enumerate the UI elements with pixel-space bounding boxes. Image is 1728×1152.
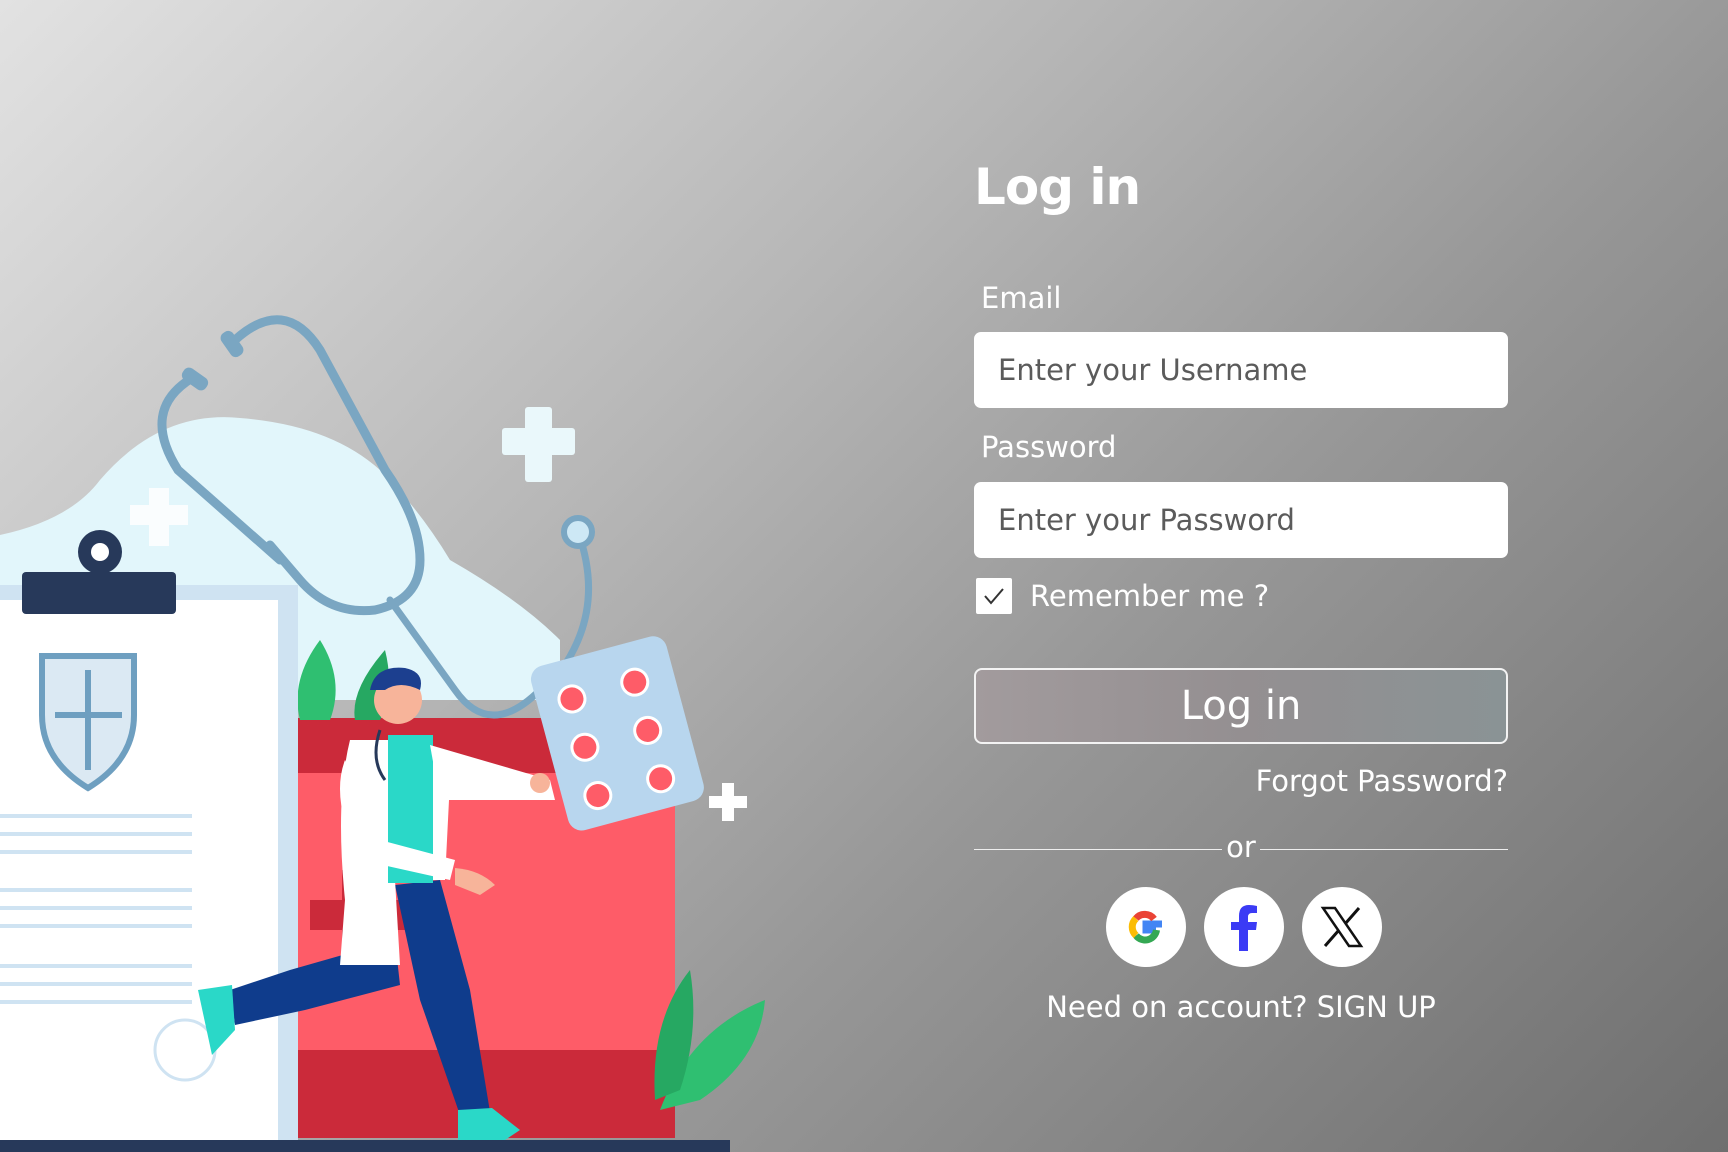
x-login-button[interactable] — [1302, 887, 1382, 967]
divider-text: or — [1226, 830, 1256, 864]
login-button[interactable]: Log in — [974, 668, 1508, 744]
or-divider: or — [974, 830, 1508, 864]
remember-me-row[interactable]: Remember me ? — [976, 578, 1269, 614]
password-input[interactable] — [974, 482, 1508, 558]
google-login-button[interactable] — [1106, 887, 1186, 967]
x-icon — [1320, 906, 1364, 948]
remember-me-label: Remember me ? — [1030, 579, 1270, 613]
signup-link[interactable]: SIGN UP — [1317, 990, 1436, 1024]
check-icon — [984, 588, 1004, 605]
facebook-login-button[interactable] — [1204, 887, 1284, 967]
forgot-password-link[interactable]: Forgot Password? — [1256, 764, 1508, 798]
email-input[interactable] — [974, 332, 1508, 408]
social-login-group — [1106, 887, 1382, 967]
google-icon — [1128, 910, 1162, 944]
signup-prompt-text: Need on account? — [1046, 990, 1308, 1024]
page-title: Log in — [974, 158, 1141, 216]
facebook-icon — [1231, 905, 1257, 951]
login-panel: Log in Email Password Remember me ? Log … — [0, 0, 1728, 1152]
divider-line — [1260, 849, 1508, 850]
email-label: Email — [981, 281, 1062, 315]
password-label: Password — [981, 430, 1117, 464]
signup-prompt: Need on account? SIGN UP — [974, 990, 1508, 1024]
remember-me-checkbox[interactable] — [976, 578, 1012, 614]
